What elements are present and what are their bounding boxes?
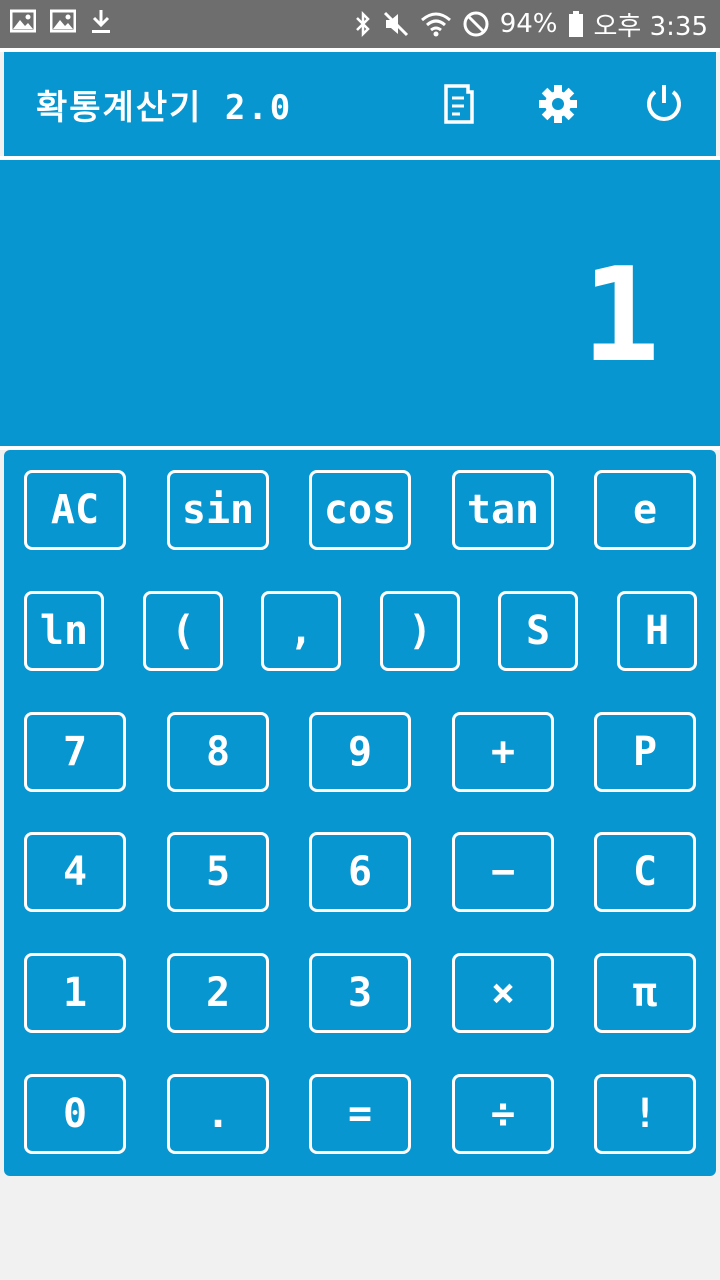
pi-key[interactable]: π [594,953,696,1033]
result-display: 1 [0,160,720,446]
ln-key[interactable]: ln [24,591,104,671]
digit-5-key[interactable]: 5 [167,832,269,912]
minus-key[interactable]: − [452,832,554,912]
close-paren-key[interactable]: ) [380,591,460,671]
app-header: 확통계산기 2.0 [4,52,716,156]
digit-1-key[interactable]: 1 [24,953,126,1033]
gear-icon[interactable] [532,78,584,130]
equals-key[interactable]: = [309,1074,411,1154]
open-paren-key[interactable]: ( [143,591,223,671]
app-title: 확통계산기 2.0 [36,88,293,128]
decimal-key[interactable]: . [167,1074,269,1154]
all-clear-key[interactable]: AC [24,470,126,550]
battery-percent: 94% [499,9,558,39]
comma-key[interactable]: , [261,591,341,671]
display-value: 1 [581,239,660,391]
bluetooth-icon [354,10,372,38]
mute-icon [382,10,410,38]
block-icon [462,10,490,38]
digit-4-key[interactable]: 4 [24,832,126,912]
battery-icon [568,10,584,38]
tan-key[interactable]: tan [452,470,554,550]
history-icon[interactable] [432,78,484,130]
digit-0-key[interactable]: 0 [24,1074,126,1154]
h-key[interactable]: H [617,591,697,671]
cos-key[interactable]: cos [309,470,411,550]
plus-key[interactable]: + [452,712,554,792]
digit-2-key[interactable]: 2 [167,953,269,1033]
digit-9-key[interactable]: 9 [309,712,411,792]
s-key[interactable]: S [498,591,578,671]
image-icon [50,9,76,33]
download-icon [90,8,112,34]
multiply-key[interactable]: × [452,953,554,1033]
digit-7-key[interactable]: 7 [24,712,126,792]
wifi-icon [420,10,452,38]
factorial-key[interactable]: ! [594,1074,696,1154]
digit-6-key[interactable]: 6 [309,832,411,912]
digit-3-key[interactable]: 3 [309,953,411,1033]
permutation-key[interactable]: P [594,712,696,792]
sin-key[interactable]: sin [167,470,269,550]
status-bar: 94% 오후 3:35 [0,0,720,48]
keypad: AC sin cos tan e ln (,) S H 7 8 9 + P 4 5 6− C 1 2 3 × π 0. = ÷! [4,450,716,1176]
image-icon [10,9,36,33]
divide-key[interactable]: ÷ [452,1074,554,1154]
digit-8-key[interactable]: 8 [167,712,269,792]
clock: 오후 3:35 [593,11,709,42]
power-icon[interactable] [638,78,690,130]
combination-key[interactable]: C [594,832,696,912]
euler-key[interactable]: e [594,470,696,550]
